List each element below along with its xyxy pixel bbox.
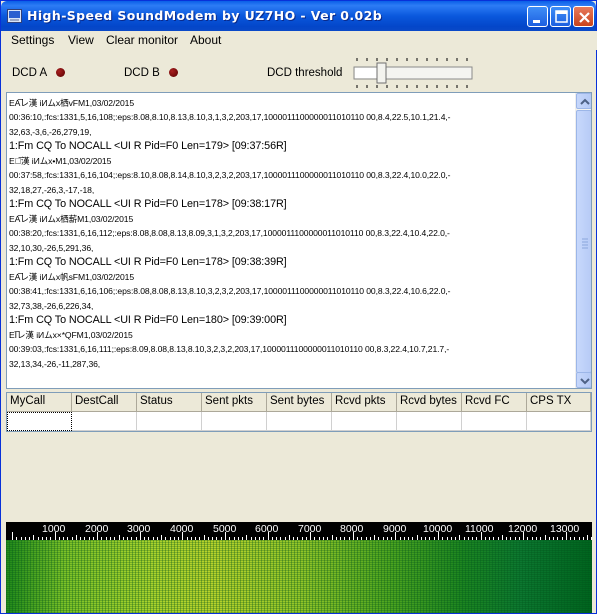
table-cell[interactable] xyxy=(397,412,462,431)
monitor-line: 32,73,38,-26,6,226,34, xyxy=(9,301,94,311)
frequency-label: 10000 xyxy=(423,523,453,535)
menu-settings[interactable]: Settings xyxy=(11,33,54,47)
monitor-line: 00:38:20,:fcs:1331,6,16,112;:eps:8.08,8.… xyxy=(9,228,450,238)
frequency-label: 7000 xyxy=(298,523,322,535)
scroll-thumb[interactable] xyxy=(576,110,591,373)
monitor-log[interactable]: EА̅̅レ漢 іИムх栖vFM1,03/02/2015 00:36:10,:fcs… xyxy=(6,92,592,389)
column-header-rcvd-fc[interactable]: Rcvd FC xyxy=(462,393,527,412)
table-cell[interactable] xyxy=(267,412,332,431)
column-header-cps-tx[interactable]: CPS TX xyxy=(527,393,591,412)
monitor-line: EА̅̅レ漢 іИムх帆sFM1,03/02/2015 xyxy=(9,272,134,282)
scroll-up-button[interactable] xyxy=(576,93,591,109)
column-header-destcall[interactable]: DestCall xyxy=(72,393,137,412)
monitor-frame-header: 1:Fm CQ To NOCALL <UI R Pid=F0 Len=179> … xyxy=(9,140,287,152)
arrow-up-icon xyxy=(580,98,590,105)
menu-view[interactable]: View xyxy=(68,33,94,47)
column-header-sent-bytes[interactable]: Sent bytes xyxy=(267,393,332,412)
monitor-line: 32,13,34,-26,-11,287,36, xyxy=(9,359,101,369)
frequency-label: 5000 xyxy=(213,523,237,535)
frequency-tick xyxy=(12,532,13,540)
table-cell-selected[interactable] xyxy=(7,412,72,431)
monitor-line: 32,10,30,-26,5,291,36, xyxy=(9,243,94,253)
grip-icon xyxy=(582,238,588,249)
monitor-line: EА̅̅レ漢 іИムх栖薪M1,03/02/2015 xyxy=(9,214,134,224)
frequency-label: 8000 xyxy=(340,523,364,535)
column-header-status[interactable]: Status xyxy=(137,393,202,412)
waterfall-image xyxy=(6,540,592,613)
monitor-line: 32,63,-3,6,-26,279,19, xyxy=(9,127,92,137)
frequency-label: 12000 xyxy=(508,523,538,535)
monitor-line: 00:37:58,:fcs:1331,6,16,104;:eps:8.10,8.… xyxy=(9,170,451,180)
column-header-rcvd-bytes[interactable]: Rcvd bytes xyxy=(397,393,462,412)
monitor-line: 32,18,27,-26,3,-17,-18, xyxy=(9,185,95,195)
column-header-mycall[interactable]: MyCall xyxy=(7,393,72,412)
close-icon xyxy=(579,12,590,23)
frequency-label: 1000 xyxy=(42,523,66,535)
app-icon xyxy=(7,9,22,23)
monitor-line: 00:39:03,:fcs:1331,6,16,111;:eps:8.09,8.… xyxy=(9,344,450,354)
minimize-icon xyxy=(533,20,540,23)
maximize-button[interactable] xyxy=(550,6,571,27)
table-cell[interactable] xyxy=(527,412,591,431)
monitor-line: EΙ̅̅レ漢 іИムх×*QFM1,03/02/2015 xyxy=(9,330,133,340)
menu-clear-monitor[interactable]: Clear monitor xyxy=(106,33,178,47)
monitor-frame-header: 1:Fm CQ To NOCALL <UI R Pid=F0 Len=180> … xyxy=(9,314,287,326)
title-bar[interactable]: High-Speed SoundModem by UZ7HO - Ver 0.0… xyxy=(1,1,596,31)
minimize-button[interactable] xyxy=(527,6,548,27)
frequency-label: 9000 xyxy=(383,523,407,535)
scroll-down-button[interactable] xyxy=(576,372,591,388)
close-button[interactable] xyxy=(573,6,594,27)
table-cell[interactable] xyxy=(332,412,397,431)
dcd-b-label: DCD B xyxy=(124,67,160,79)
monitor-line: 00:36:10,:fcs:1331,5,16,108;:eps:8.08,8.… xyxy=(9,112,451,122)
table-cell[interactable] xyxy=(137,412,202,431)
status-toolbar: DCD A DCD B DCD threshold xyxy=(2,50,597,92)
frequency-label: 2000 xyxy=(85,523,109,535)
table-cell[interactable] xyxy=(72,412,137,431)
frequency-ruler: 1000 2000 3000 4000 5000 6000 7000 8000 9000 1000… xyxy=(6,522,592,540)
maximize-icon xyxy=(555,10,568,23)
menu-bar: Settings View Clear monitor About xyxy=(2,31,597,50)
table-cell[interactable] xyxy=(462,412,527,431)
dcd-a-label: DCD A xyxy=(12,67,48,79)
column-header-rcvd-pkts[interactable]: Rcvd pkts xyxy=(332,393,397,412)
monitor-frame-header: 1:Fm CQ To NOCALL <UI R Pid=F0 Len=178> … xyxy=(9,198,287,210)
waterfall-spectrum[interactable] xyxy=(6,540,592,613)
dcd-threshold-slider[interactable] xyxy=(352,56,474,90)
window-title: High-Speed SoundModem by UZ7HO - Ver 0.0… xyxy=(27,8,383,23)
dcd-threshold-label: DCD threshold xyxy=(267,67,343,79)
frequency-label: 13000 xyxy=(550,523,580,535)
dcd-a-indicator xyxy=(56,68,65,77)
frequency-label: 6000 xyxy=(255,523,279,535)
monitor-scrollbar[interactable] xyxy=(575,93,591,388)
frequency-label: 3000 xyxy=(127,523,151,535)
monitor-line: 00:38:41,:fcs:1331,6,16,106;:eps:8.08,8.… xyxy=(9,286,451,296)
dcd-b-indicator xyxy=(169,68,178,77)
frequency-label: 4000 xyxy=(170,523,194,535)
main-window: High-Speed SoundModem by UZ7HO - Ver 0.0… xyxy=(0,0,597,614)
monitor-line: Eヴ̅̅漢 іИムх•M1,03/02/2015 xyxy=(9,156,112,166)
monitor-frame-header: 1:Fm CQ To NOCALL <UI R Pid=F0 Len=178> … xyxy=(9,256,287,268)
table-cell[interactable] xyxy=(202,412,267,431)
monitor-line: EА̅̅レ漢 іИムх栖vFM1,03/02/2015 xyxy=(9,98,134,108)
arrow-down-icon xyxy=(580,378,590,385)
menu-about[interactable]: About xyxy=(190,33,221,47)
column-header-sent-pkts[interactable]: Sent pkts xyxy=(202,393,267,412)
frequency-label: 11000 xyxy=(465,523,494,535)
connections-table[interactable]: MyCall DestCall Status Sent pkts Sent by… xyxy=(6,392,592,432)
